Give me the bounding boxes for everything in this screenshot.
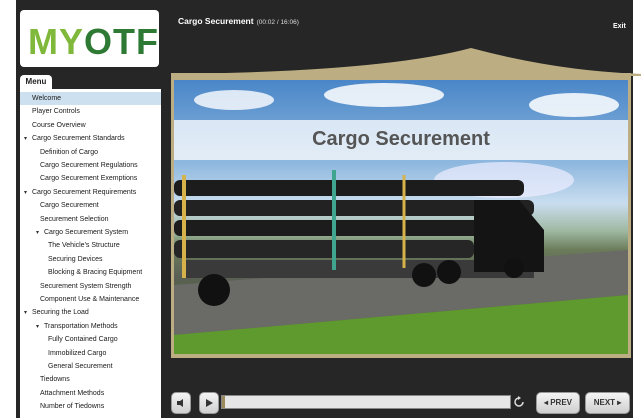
menu-item-label: The Vehicle's Structure: [48, 242, 120, 250]
course-title-text: Cargo Securement: [178, 16, 254, 26]
logo: MYOTF: [20, 10, 159, 67]
menu-item[interactable]: Tiedowns: [20, 373, 161, 386]
menu-item-label: Attachment Methods: [40, 389, 105, 397]
replay-icon: [514, 396, 524, 407]
menu-item-label: Cargo Securement Standards: [32, 135, 125, 143]
menu-item[interactable]: Attachment Methods: [20, 387, 161, 400]
menu-item[interactable]: ▾ Cargo Securement System: [20, 226, 161, 239]
logo-text: MYOTF: [28, 21, 159, 62]
prev-button[interactable]: ◂ PREV: [536, 392, 580, 414]
menu-item-label: Welcome: [32, 95, 62, 102]
menu-item-label: Player Controls: [32, 108, 80, 116]
menu-item[interactable]: ▾ Cargo Securement Requirements: [20, 186, 161, 199]
menu-item-label: Cargo Securement: [40, 202, 99, 210]
menu-item[interactable]: Component Use & Maintenance: [20, 293, 161, 306]
menu-item-label: Securement System Strength: [40, 282, 132, 290]
menu-item-label: Immobilized Cargo: [48, 349, 107, 357]
play-button[interactable]: [199, 392, 219, 414]
menu-item[interactable]: Player Controls: [20, 105, 161, 118]
chevron-down-icon[interactable]: ▾: [24, 307, 32, 320]
menu-item[interactable]: Welcome: [20, 92, 161, 105]
menu-item[interactable]: Securing Devices: [20, 253, 161, 266]
menu-item[interactable]: Blocking & Bracing Equipment: [20, 266, 161, 279]
progress-fill: [222, 396, 225, 408]
menu-item-label: Cargo Securement Regulations: [40, 162, 138, 169]
menu-item-label: Cargo Securement Requirements: [32, 188, 137, 196]
menu-item[interactable]: Immobilized Cargo: [20, 347, 161, 360]
menu-item-label: Securement Selection: [40, 215, 109, 223]
video-title: Cargo Securement: [312, 128, 490, 150]
exit-button[interactable]: Exit: [613, 23, 626, 30]
next-button[interactable]: NEXT ▸: [585, 392, 630, 414]
menu-item-label: Securing the Load: [32, 309, 89, 317]
menu-item-label: Blocking & Bracing Equipment: [48, 269, 143, 277]
chevron-down-icon[interactable]: ▾: [24, 133, 32, 146]
menu-item[interactable]: Cargo Securement: [20, 199, 161, 212]
speaker-icon: [177, 399, 183, 407]
menu-panel: Welcome Player Controls Course Overview ▾ Ca…: [20, 89, 161, 418]
replay-button[interactable]: [513, 395, 525, 407]
volume-button[interactable]: [171, 392, 191, 414]
menu-item-label: General Securement: [48, 363, 113, 370]
menu-item[interactable]: Cargo Securement Exemptions: [20, 172, 161, 185]
menu-item[interactable]: The Vehicle's Structure: [20, 239, 161, 252]
menu-item[interactable]: Securement System Strength: [20, 280, 161, 293]
menu-item[interactable]: Number of Tiedowns: [20, 400, 161, 413]
menu-item[interactable]: Securement Selection: [20, 213, 161, 226]
menu-item-label: Transportation Methods: [44, 322, 118, 330]
video-top-ornament: [171, 48, 641, 76]
menu-tab[interactable]: Menu: [20, 75, 52, 89]
menu-item[interactable]: Fully Contained Cargo: [20, 333, 161, 346]
video-frame[interactable]: Cargo Securement: [174, 80, 628, 354]
menu-item-label: Component Use & Maintenance: [40, 296, 140, 303]
menu-item[interactable]: Definition of Cargo: [20, 146, 161, 159]
chevron-down-icon[interactable]: ▾: [36, 321, 44, 334]
menu-item[interactable]: ▾ Securing the Load: [20, 306, 161, 319]
course-time: (00:02 / 16:06): [256, 19, 299, 26]
menu-item[interactable]: ▾ Transportation Methods: [20, 320, 161, 333]
menu-item-label: Course Overview: [32, 121, 86, 129]
menu-item[interactable]: General Securement: [20, 360, 161, 373]
menu-item-label: Securing Devices: [48, 255, 103, 263]
menu-item-label: Number of Tiedowns: [40, 403, 105, 411]
chevron-down-icon[interactable]: ▾: [24, 187, 32, 200]
play-icon: [206, 399, 213, 407]
chevron-down-icon[interactable]: ▾: [36, 227, 44, 240]
menu-item-label: Fully Contained Cargo: [48, 336, 118, 344]
course-title: Cargo Securement (00:02 / 16:06): [178, 16, 299, 26]
menu-item-label: Tiedowns: [40, 376, 70, 384]
menu-item-label: Cargo Securement System: [44, 229, 129, 236]
menu-item-label: Cargo Securement Exemptions: [40, 175, 138, 183]
menu-item[interactable]: Course Overview: [20, 119, 161, 132]
menu-item[interactable]: Cargo Securement Regulations: [20, 159, 161, 172]
progress-bar[interactable]: [221, 395, 511, 409]
menu-item[interactable]: ▾ Cargo Securement Standards: [20, 132, 161, 145]
menu-item-label: Definition of Cargo: [40, 148, 98, 156]
player-controls: ◂ PREV NEXT ▸: [171, 392, 631, 414]
